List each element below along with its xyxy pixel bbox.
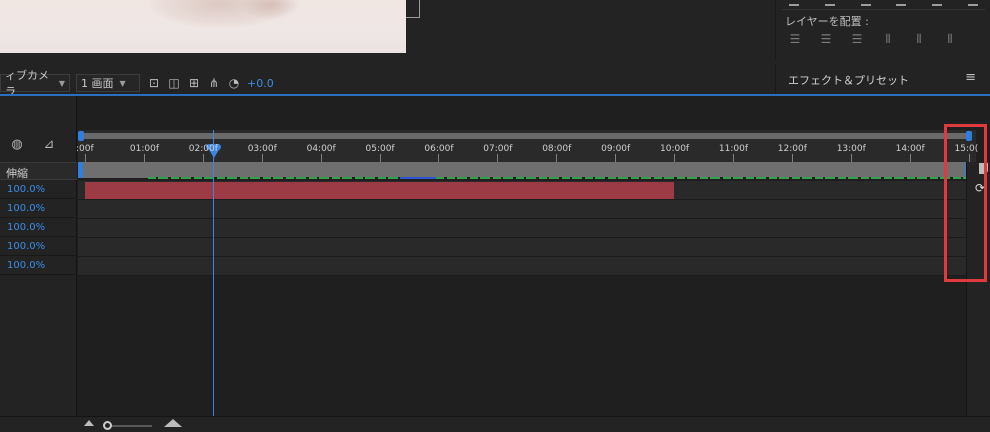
render-cache-indicator [400, 177, 436, 179]
work-area-start-handle[interactable] [78, 131, 84, 141]
time-navigator-bar[interactable] [78, 162, 970, 178]
hamburger-icon[interactable]: ≡ [965, 70, 976, 85]
distribute-right-icon[interactable]: ⫴ [941, 30, 959, 48]
ruler-tick-mark [143, 154, 145, 162]
align-panel: レイヤーを配置 : ☰ ☰ ☰ ⫴ ⫴ ⫴ [775, 0, 990, 60]
timeline-graph-area[interactable]: ⟳ :00f 01:00f 02:00f 03:00f 04:00f 05:00f 06:0… [76, 96, 990, 432]
stretch-column-header[interactable]: 伸縮 [0, 162, 77, 180]
ruler-tick-label: 05:00f [365, 144, 395, 154]
stretch-value[interactable]: 100.0% [7, 184, 45, 195]
effects-presets-panel: エフェクト＆プリセット ≡ [775, 64, 990, 94]
ruler-tick-label: 04:00f [306, 144, 336, 154]
composition-preview[interactable] [0, 0, 406, 53]
fast-previews-icon[interactable]: ◫ [164, 74, 184, 92]
layer-column-panel: ◍ ⊿ 伸縮 100.0% 100.0% 100.0% 100.0% 100.0… [0, 96, 77, 432]
ruler-tick-label: 06:00f [424, 144, 454, 154]
viewer-toolbar: ィブカメラ ▼ 1 画面 ▼ ⊡ ◫ ⊞ ⋔ ◔ +0.0 [0, 69, 770, 98]
timeline-panel: ◍ ⊿ 伸縮 100.0% 100.0% 100.0% 100.0% 100.0… [0, 96, 990, 432]
annotation-highlight-box [944, 124, 987, 282]
composition-viewer-area: ィブカメラ ▼ 1 画面 ▼ ⊡ ◫ ⊞ ⋔ ◔ +0.0 レイヤーを配置 : … [0, 0, 990, 98]
distribute-hcenter-icon[interactable]: ⫴ [910, 30, 928, 48]
timeline-switch-icons: ◍ ⊿ [9, 136, 57, 152]
ruler-tick-mark [556, 154, 558, 162]
zoom-in-icon[interactable] [164, 419, 182, 427]
render-cache-indicator [148, 177, 970, 179]
stretch-header-label: 伸縮 [6, 167, 28, 180]
distribute-left-icon[interactable]: ⫴ [879, 30, 897, 48]
graph-editor-icon[interactable]: ⊿ [41, 136, 57, 152]
layer-stretch-row: 100.0% [0, 257, 77, 275]
ruler-tick-label: 03:00f [247, 144, 277, 154]
layer-stretch-row: 100.0% [0, 181, 77, 199]
effects-presets-title[interactable]: エフェクト＆プリセット [788, 72, 909, 88]
align-vcenter-icon[interactable] [932, 0, 943, 6]
ruler-tick-mark [909, 154, 911, 162]
ruler-tick-mark [615, 154, 617, 162]
ruler-tick-label: 11:00f [718, 144, 748, 154]
distribute-vcenter-icon[interactable]: ☰ [817, 30, 835, 48]
distribute-icons-row: ☰ ☰ ☰ ⫴ ⫴ ⫴ [786, 30, 959, 48]
ruler-tick-label: 02:00f [188, 144, 218, 154]
current-time-indicator-line[interactable] [213, 130, 214, 416]
chevron-down-icon: ▼ [58, 78, 65, 88]
ruler-tick-label: 07:00f [483, 144, 513, 154]
stretch-value[interactable]: 100.0% [7, 241, 45, 252]
align-hcenter-icon[interactable] [824, 0, 835, 6]
layer-stretch-row: 100.0% [0, 219, 77, 237]
camera-select[interactable]: ィブカメラ ▼ [0, 69, 70, 98]
align-top-icon[interactable] [896, 0, 907, 6]
ruler-tick-mark [732, 154, 734, 162]
composition-frame-edge [406, 0, 420, 18]
ruler-tick-mark [674, 154, 675, 162]
zoom-slider-handle[interactable] [103, 421, 112, 430]
ruler-tick-label: 10:00f [660, 144, 690, 154]
distribute-top-icon[interactable]: ☰ [786, 30, 804, 48]
ruler-tick-label: 14:00f [895, 144, 925, 154]
toggle-pixel-aspect-icon[interactable]: ⊡ [144, 74, 164, 92]
timeline-icon[interactable]: ⊞ [184, 74, 204, 92]
layer-stretch-row: 100.0% [0, 200, 77, 218]
flowchart-icon[interactable]: ⋔ [204, 74, 224, 92]
align-icons-row [776, 0, 990, 8]
ruler-tick-label: 09:00f [601, 144, 631, 154]
stretch-value[interactable]: 100.0% [7, 260, 45, 271]
timeline-zoom-bar [0, 416, 990, 432]
chevron-down-icon: ▼ [119, 78, 126, 88]
navigator-start-handle[interactable] [78, 162, 83, 178]
layer-duration-bar[interactable] [85, 182, 674, 199]
ruler-tick-mark [791, 154, 793, 162]
ruler-tick-mark [379, 154, 381, 162]
align-bottom-icon[interactable] [968, 0, 979, 6]
layer-stretch-row: 100.0% [0, 238, 77, 256]
align-left-icon[interactable] [788, 0, 799, 6]
view-layout-value: 1 画面 [81, 77, 114, 90]
motion-blur-icon[interactable]: ◍ [9, 136, 25, 152]
ruler-tick-mark [438, 154, 440, 162]
reset-exposure-icon[interactable]: ◔ [224, 74, 244, 92]
exposure-value[interactable]: +0.0 [247, 77, 274, 90]
ruler-tick-label: :00f [76, 144, 94, 154]
view-layout-select[interactable]: 1 画面 ▼ [76, 74, 140, 92]
ruler-tick-label: 12:00f [777, 144, 807, 154]
ruler-tick-mark [850, 154, 852, 162]
align-right-icon[interactable] [860, 0, 871, 6]
ruler-tick-mark [320, 154, 322, 162]
panel-divider [782, 9, 985, 10]
stretch-value[interactable]: 100.0% [7, 203, 45, 214]
ruler-tick-mark [497, 154, 499, 162]
stretch-value[interactable]: 100.0% [7, 222, 45, 233]
ruler-tick-label: 13:00f [836, 144, 866, 154]
distribute-bottom-icon[interactable]: ☰ [848, 30, 866, 48]
ruler-tick-mark [261, 154, 263, 162]
ruler-tick-mark [85, 154, 86, 162]
ruler-tick-label: 08:00f [542, 144, 572, 154]
distribute-layers-label: レイヤーを配置 : [785, 15, 869, 28]
ruler-tick-mark [202, 154, 204, 162]
ruler-tick-label: 01:00f [129, 144, 159, 154]
zoom-out-icon[interactable] [84, 420, 94, 426]
